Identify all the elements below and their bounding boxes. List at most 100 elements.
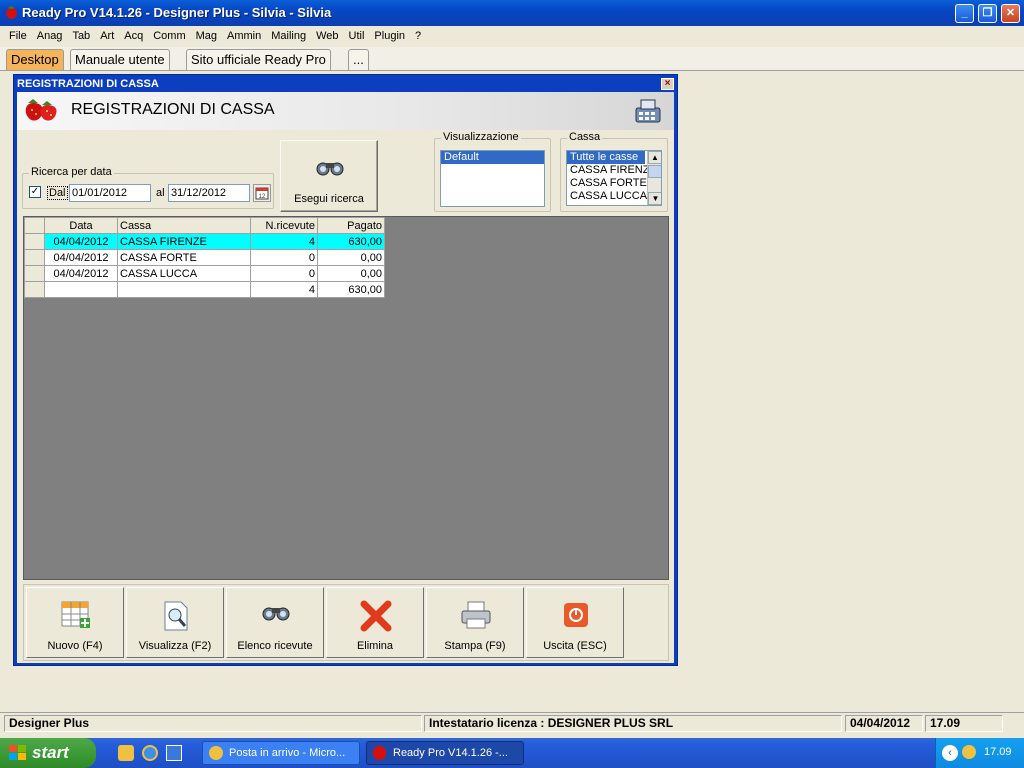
elenco-ricevute-button[interactable]: Elenco ricevute <box>226 587 324 658</box>
menu-mag[interactable]: Mag <box>191 30 222 42</box>
menu-file[interactable]: File <box>4 30 32 42</box>
strawberries-icon <box>25 99 57 121</box>
cell-ricevute[interactable]: 4 <box>250 233 318 250</box>
cassa-listbox[interactable]: Tutte le casse CASSA FIRENZE CASSA FORTE… <box>566 150 662 206</box>
ie-quicklaunch-icon[interactable] <box>142 745 158 761</box>
cell-cassa[interactable]: CASSA LUCCA <box>117 265 251 282</box>
status-time: 17.09 <box>925 715 1003 732</box>
tray-clock: 17.09 <box>984 746 1012 758</box>
scroll-down-icon[interactable]: ▼ <box>648 192 661 205</box>
date-to-label: al <box>156 187 165 199</box>
app-titlebar: Ready Pro V14.1.26 - Designer Plus - Sil… <box>0 0 1024 26</box>
show-desktop-icon[interactable] <box>166 745 182 761</box>
menu-plugin[interactable]: Plugin <box>369 30 410 42</box>
tab-sito-ufficiale[interactable]: Sito ufficiale Ready Pro <box>186 49 331 70</box>
menu-acq[interactable]: Acq <box>119 30 148 42</box>
cell-pagato[interactable]: 630,00 <box>317 233 385 250</box>
menu-ammin[interactable]: Ammin <box>222 30 266 42</box>
cell-cassa[interactable]: CASSA FIRENZE <box>117 233 251 250</box>
tab-desktop[interactable]: Desktop <box>6 49 64 70</box>
cell-ricevute[interactable]: 0 <box>250 249 318 266</box>
tab-bar: Desktop Manuale utente Sito ufficiale Re… <box>0 47 1024 71</box>
window-body: REGISTRAZIONI DI CASSA Ricerca per data … <box>17 92 674 663</box>
table-row[interactable]: 04/04/2012 CASSA FIRENZE 4 630,00 <box>24 233 385 250</box>
task-readypro-label: Ready Pro V14.1.26 -... <box>393 747 508 759</box>
date-from-input[interactable]: 01/01/2012 <box>69 184 151 202</box>
status-date: 04/04/2012 <box>845 715 923 732</box>
uscita-label: Uscita (ESC) <box>543 640 607 652</box>
calendar-icon: 12 <box>255 187 269 200</box>
cell-pagato[interactable]: 0,00 <box>317 249 385 266</box>
table-row[interactable]: 04/04/2012 CASSA FORTE 0 0,00 <box>24 249 385 266</box>
menu-web[interactable]: Web <box>311 30 343 42</box>
col-data[interactable]: Data <box>44 217 118 234</box>
table-row[interactable]: 04/04/2012 CASSA LUCCA 0 0,00 <box>24 265 385 282</box>
task-outlook[interactable]: Posta in arrivo - Micro... <box>202 741 360 765</box>
elimina-button[interactable]: Elimina <box>326 587 424 658</box>
menu-art[interactable]: Art <box>95 30 119 42</box>
view-listbox[interactable]: Default <box>440 150 545 207</box>
outlook-quicklaunch-icon[interactable] <box>118 745 134 761</box>
visualizza-label: Visualizza (F2) <box>138 640 212 652</box>
col-ricevute[interactable]: N.ricevute <box>250 217 318 234</box>
power-icon <box>564 603 588 627</box>
cassa-scrollbar[interactable]: ▲ ▼ <box>647 151 661 205</box>
cassa-item-tutte[interactable]: Tutte le casse <box>567 151 645 164</box>
date-to-input[interactable]: 31/12/2012 <box>168 184 250 202</box>
status-bar: Designer Plus Intestatario licenza : DES… <box>0 712 1024 732</box>
uscita-button[interactable]: Uscita (ESC) <box>526 587 624 658</box>
col-cassa[interactable]: Cassa <box>117 217 251 234</box>
cell-ricevute[interactable]: 0 <box>250 265 318 282</box>
elimina-label: Elimina <box>356 640 394 652</box>
menu-anag[interactable]: Anag <box>32 30 68 42</box>
windows-logo-icon <box>9 745 26 760</box>
cell-pagato[interactable]: 0,00 <box>317 265 385 282</box>
visualizza-button[interactable]: Visualizza (F2) <box>126 587 224 658</box>
menu-help[interactable]: ? <box>410 30 426 42</box>
nuovo-button[interactable]: Nuovo (F4) <box>26 587 124 658</box>
menu-mailing[interactable]: Mailing <box>266 30 311 42</box>
row-indicator <box>24 249 45 266</box>
strawberry-icon <box>6 6 17 19</box>
registrations-grid[interactable]: Data Cassa N.ricevute Pagato 04/04/2012 … <box>23 216 669 580</box>
date-filter-checkbox[interactable]: ✓ <box>29 186 41 198</box>
window-close-button[interactable]: × <box>661 78 674 90</box>
cell-data[interactable]: 04/04/2012 <box>44 249 118 266</box>
menu-tab[interactable]: Tab <box>67 30 95 42</box>
tray-outlook-icon[interactable] <box>962 745 976 759</box>
new-grid-icon <box>61 601 90 628</box>
cassa-item-forte[interactable]: CASSA FORTE <box>567 177 647 190</box>
col-pagato[interactable]: Pagato <box>317 217 385 234</box>
cell-empty <box>117 281 251 298</box>
scroll-thumb[interactable] <box>648 165 661 178</box>
cell-data[interactable]: 04/04/2012 <box>44 265 118 282</box>
delete-x-icon <box>360 600 392 632</box>
status-app: Designer Plus <box>4 715 422 732</box>
calendar-button[interactable]: 12 <box>253 184 271 202</box>
stampa-button[interactable]: Stampa (F9) <box>426 587 524 658</box>
start-button[interactable]: start <box>0 738 96 768</box>
cell-empty <box>44 281 118 298</box>
close-button[interactable]: ✕ <box>1001 4 1020 23</box>
minimize-button[interactable]: _ <box>955 4 974 23</box>
registrations-table: Data Cassa N.ricevute Pagato 04/04/2012 … <box>24 217 385 298</box>
date-from-label: Dal <box>47 186 68 200</box>
task-readypro[interactable]: Ready Pro V14.1.26 -... <box>366 741 524 765</box>
cassa-item-lucca[interactable]: CASSA LUCCA <box>567 190 647 203</box>
menu-util[interactable]: Util <box>344 30 370 42</box>
tab-manuale-utente[interactable]: Manuale utente <box>70 49 170 70</box>
tab-more[interactable]: ... <box>348 49 369 70</box>
cell-cassa[interactable]: CASSA FORTE <box>117 249 251 266</box>
binoculars-icon <box>316 162 344 176</box>
tray-expand-icon[interactable]: ‹ <box>942 745 958 761</box>
restore-button[interactable]: ❐ <box>978 4 997 23</box>
printer-icon <box>461 601 491 629</box>
cell-data[interactable]: 04/04/2012 <box>44 233 118 250</box>
esegui-ricerca-button[interactable]: Esegui ricerca <box>280 140 378 212</box>
row-indicator <box>24 281 45 298</box>
binoculars-icon <box>262 607 290 621</box>
cassa-item-firenze[interactable]: CASSA FIRENZE <box>567 164 657 177</box>
scroll-up-icon[interactable]: ▲ <box>648 151 661 164</box>
view-item-default[interactable]: Default <box>441 151 544 164</box>
menu-comm[interactable]: Comm <box>148 30 190 42</box>
